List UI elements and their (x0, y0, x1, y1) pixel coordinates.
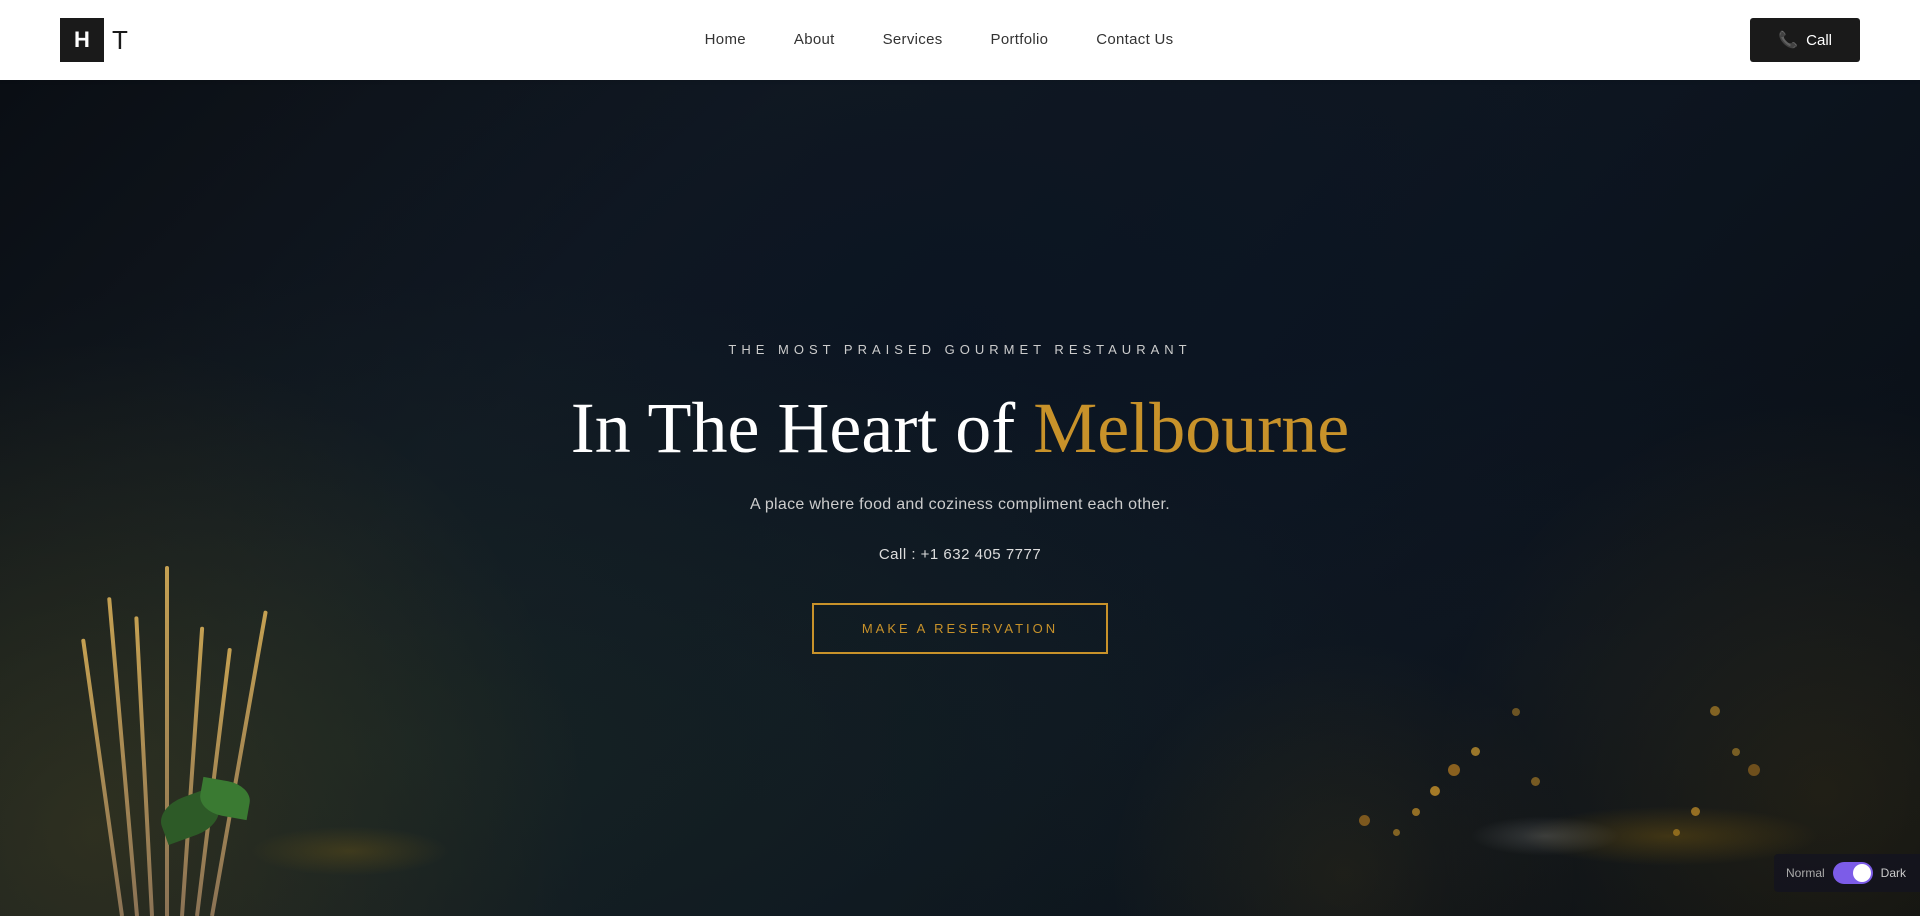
hero-subtitle: THE MOST PRAISED GOURMET RESTAURANT (571, 342, 1349, 357)
navbar: H T Home About Services Portfolio Contac… (0, 0, 1920, 80)
phone-icon: 📞 (1778, 30, 1798, 50)
hero-description: A place where food and coziness complime… (571, 496, 1349, 514)
theme-toggle[interactable]: Normal Dark (1774, 854, 1920, 892)
theme-toggle-switch[interactable] (1833, 862, 1873, 884)
hero-section: THE MOST PRAISED GOURMET RESTAURANT In T… (0, 80, 1920, 916)
logo-h: H (60, 18, 104, 62)
reservation-button[interactable]: MAKE A RESERVATION (812, 603, 1108, 654)
hero-title-highlight: Melbourne (1033, 388, 1349, 468)
spice-dust-left (250, 826, 450, 876)
nav-links: Home About Services Portfolio Contact Us (705, 31, 1174, 49)
nav-item-home[interactable]: Home (705, 31, 746, 49)
logo-t: T (112, 25, 128, 56)
nav-item-contact[interactable]: Contact Us (1096, 31, 1173, 49)
nav-item-about[interactable]: About (794, 31, 835, 49)
call-button[interactable]: 📞 Call (1750, 18, 1860, 62)
toggle-knob (1853, 864, 1871, 882)
nav-item-services[interactable]: Services (883, 31, 943, 49)
hero-title: In The Heart of Melbourne (571, 389, 1349, 468)
hero-content: THE MOST PRAISED GOURMET RESTAURANT In T… (531, 342, 1389, 654)
toggle-normal-label: Normal (1786, 866, 1825, 880)
nav-item-portfolio[interactable]: Portfolio (991, 31, 1049, 49)
logo[interactable]: H T (60, 18, 128, 62)
hero-phone: Call : +1 632 405 7777 (571, 546, 1349, 563)
toggle-dark-label: Dark (1881, 866, 1906, 880)
white-spice (1470, 816, 1620, 856)
